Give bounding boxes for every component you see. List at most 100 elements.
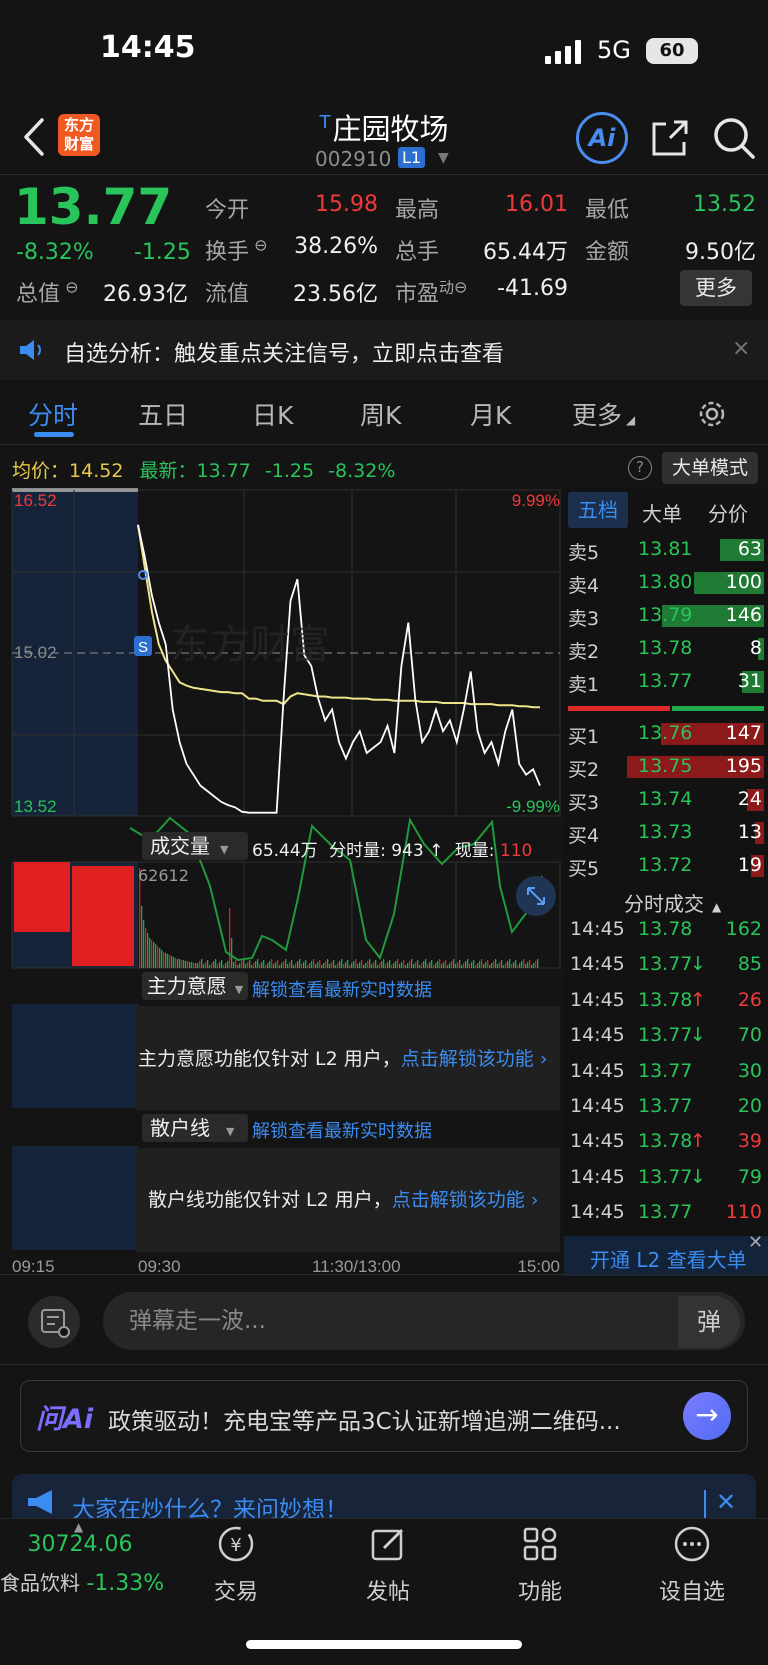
volume-selector[interactable]: 成交量 ▼ bbox=[142, 832, 248, 860]
volume-bar bbox=[347, 960, 349, 968]
volume-bar bbox=[479, 961, 481, 968]
info-icon[interactable]: ⊖ bbox=[454, 278, 467, 297]
more-button[interactable]: 更多 bbox=[680, 270, 752, 306]
volume-bar bbox=[279, 965, 281, 968]
order-book-tab-price[interactable]: 分价 bbox=[708, 498, 748, 527]
volume-bar bbox=[457, 962, 459, 968]
volume-bar bbox=[233, 962, 235, 968]
tab-monthly-k[interactable]: 月K bbox=[470, 396, 511, 432]
volume-bar bbox=[473, 960, 475, 968]
share-icon[interactable] bbox=[650, 118, 690, 158]
tab-intraday[interactable]: 分时 bbox=[28, 396, 78, 432]
more-dots-icon bbox=[674, 1526, 710, 1562]
info-icon[interactable]: ⊖ bbox=[249, 236, 267, 255]
volume-bar bbox=[217, 964, 219, 968]
tab-daily-k[interactable]: 日K bbox=[252, 396, 293, 432]
tick-price: 13.77 bbox=[638, 953, 693, 976]
tab-weekly-k[interactable]: 周K bbox=[360, 396, 401, 432]
volume-bar bbox=[329, 964, 331, 968]
ai-bar-text[interactable]: 政策驱动！充电宝等产品3C认证新增追溯二维码... bbox=[108, 1402, 668, 1436]
volume-bars bbox=[139, 868, 539, 968]
close-icon[interactable]: × bbox=[732, 336, 750, 361]
volume-bar bbox=[401, 962, 403, 968]
danmu-toggle-icon[interactable] bbox=[28, 1296, 80, 1348]
chevron-down-icon[interactable]: ▼ bbox=[438, 150, 449, 166]
volume-bar bbox=[197, 963, 199, 968]
search-icon[interactable] bbox=[712, 116, 756, 160]
bid-row[interactable]: 买5 13.72 19 bbox=[568, 850, 764, 882]
tab-more[interactable]: 更多 ◢ bbox=[572, 396, 635, 432]
volume-bar bbox=[515, 960, 517, 968]
tick-direction: ↓ bbox=[690, 1165, 706, 1188]
volume-bar bbox=[209, 965, 211, 968]
volume-bar bbox=[163, 952, 165, 968]
settings-icon[interactable] bbox=[696, 398, 728, 430]
home-indicator[interactable] bbox=[246, 1640, 522, 1649]
volume-bar bbox=[243, 959, 245, 968]
nav-trade[interactable]: ¥ 交易 bbox=[176, 1524, 296, 1606]
unlock-feature-link[interactable]: 点击解锁该功能 bbox=[401, 1048, 534, 1070]
volume-bar bbox=[471, 962, 473, 968]
tick-direction: ↓ bbox=[690, 953, 706, 976]
y-top-label: 16.52 bbox=[14, 491, 57, 510]
volume-info: 65.44万 分时量: 943 ↑ 现量: 110 bbox=[252, 841, 533, 861]
unlock-feature-link[interactable]: 点击解锁该功能 bbox=[392, 1189, 525, 1211]
ai-button[interactable]: Ai bbox=[576, 112, 628, 164]
level-price: 13.72 bbox=[638, 854, 693, 876]
volume-bar bbox=[469, 964, 471, 968]
buy-sell-ratio-bar bbox=[568, 706, 764, 711]
volume-bar bbox=[263, 960, 265, 968]
nav-functions[interactable]: 功能 bbox=[480, 1524, 600, 1606]
tab-5day[interactable]: 五日 bbox=[138, 396, 188, 432]
unlock-link[interactable]: 解锁查看最新实时数据 bbox=[252, 976, 432, 1002]
ask-row[interactable]: 卖1 13.77 31 bbox=[568, 666, 764, 698]
ask-row[interactable]: 卖4 13.80 100 bbox=[568, 567, 764, 599]
unlock-link[interactable]: 解锁查看最新实时数据 bbox=[252, 1117, 432, 1143]
index-ticker[interactable]: ▲ 30724.06 食品饮料 -1.33% bbox=[0, 1520, 164, 1596]
ask-row[interactable]: 卖2 13.78 8 bbox=[568, 633, 764, 665]
volume-bar bbox=[315, 964, 317, 968]
l2-banner[interactable]: 开通 L2 查看大单 bbox=[564, 1236, 768, 1276]
volume-bar bbox=[247, 962, 249, 968]
danmu-input[interactable]: 弹幕走一波... bbox=[103, 1292, 745, 1350]
indicator-selector-retail[interactable]: 散户线 ▼ bbox=[142, 1114, 248, 1142]
volume-bar bbox=[393, 963, 395, 968]
ask-row[interactable]: 卖5 13.81 63 bbox=[568, 534, 764, 566]
bid-row[interactable]: 买2 13.75 195 bbox=[568, 751, 764, 783]
help-icon[interactable]: ? bbox=[628, 456, 652, 480]
order-book-tab-big[interactable]: 大单 bbox=[642, 498, 682, 527]
nav-add-watchlist[interactable]: 设自选 bbox=[632, 1524, 752, 1606]
level-label: 买1 bbox=[568, 726, 600, 748]
arrow-right-icon[interactable]: → bbox=[683, 1392, 731, 1440]
level-price: 13.80 bbox=[638, 571, 693, 593]
indicator-selector-main-force[interactable]: 主力意愿 ▼ bbox=[142, 972, 248, 1000]
volume-bar bbox=[255, 961, 257, 968]
volume-bar bbox=[269, 961, 271, 968]
volume-bar bbox=[509, 959, 511, 968]
level-badge[interactable]: L1 bbox=[398, 147, 426, 168]
level-price: 13.78 bbox=[638, 637, 693, 659]
close-icon[interactable]: ✕ bbox=[748, 1232, 763, 1253]
info-icon[interactable]: ⊖ bbox=[60, 278, 78, 297]
tick-price: 13.78 bbox=[638, 918, 693, 940]
volume-bar bbox=[483, 964, 485, 968]
volume-bar bbox=[267, 963, 269, 968]
open-label: 今开 bbox=[205, 198, 250, 223]
volume-bar bbox=[429, 962, 431, 968]
big-order-mode-button[interactable]: 大单模式 bbox=[662, 452, 758, 484]
order-book-tab-5level[interactable]: 五档 bbox=[568, 492, 628, 528]
volume-bar bbox=[467, 959, 469, 968]
ticks-title[interactable]: 分时成交 ▲ bbox=[624, 888, 721, 917]
bid-row[interactable]: 买3 13.74 24 bbox=[568, 784, 764, 816]
bid-row[interactable]: 买1 13.76 147 bbox=[568, 718, 764, 750]
volume-bar bbox=[293, 965, 295, 968]
ask-row[interactable]: 卖3 13.79 146 bbox=[568, 600, 764, 632]
tick-row: 14:45 13.77 ↓ 85 bbox=[568, 949, 764, 983]
volume-bar bbox=[175, 958, 177, 968]
low-value: 13.52 bbox=[693, 192, 756, 217]
volume-bar bbox=[339, 961, 341, 968]
danmu-send-button[interactable]: 弹 bbox=[678, 1296, 740, 1348]
nav-post[interactable]: 发帖 bbox=[328, 1524, 448, 1606]
close-icon[interactable]: ✕ bbox=[716, 1488, 736, 1516]
bid-row[interactable]: 买4 13.73 13 bbox=[568, 817, 764, 849]
